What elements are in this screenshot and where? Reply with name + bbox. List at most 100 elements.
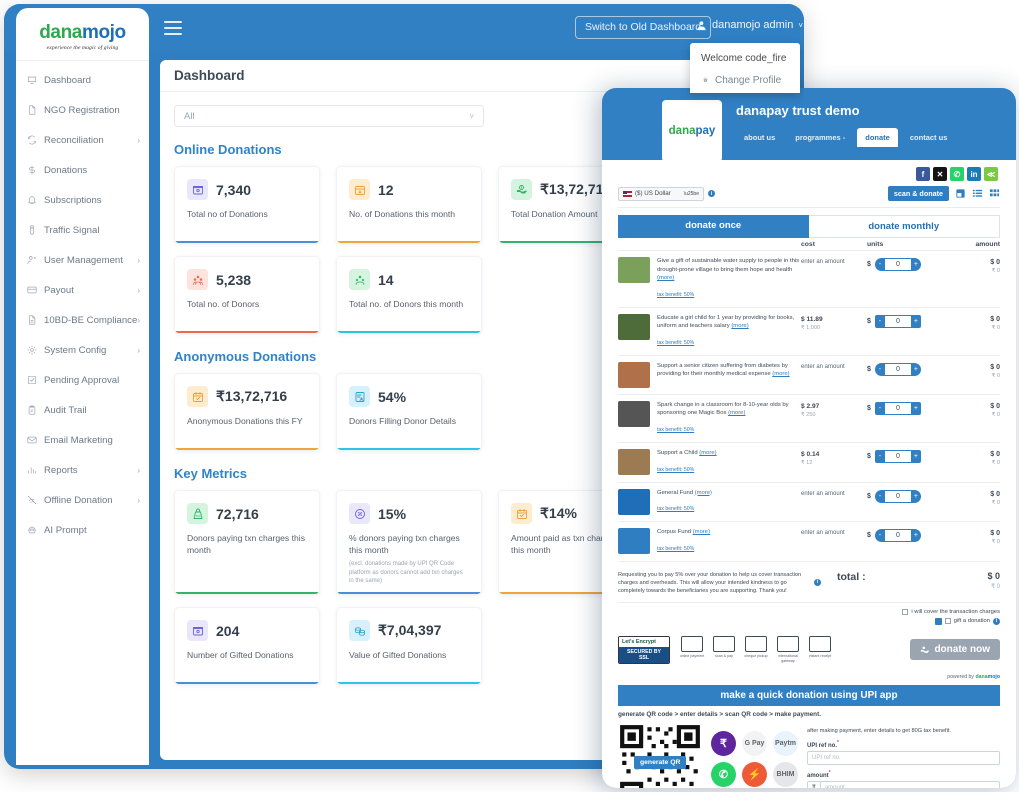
more-link[interactable]: (more) <box>731 323 748 329</box>
scan-and-donate-button[interactable]: scan & donate <box>887 186 949 201</box>
decrement-button[interactable]: - <box>875 258 885 271</box>
switch-to-old-dashboard-button[interactable]: Switch to Old Dashboard <box>575 16 712 39</box>
generate-qr-button[interactable]: generate QR <box>634 755 687 769</box>
sidebar-item-payout[interactable]: Payout › <box>16 275 149 305</box>
paytm-icon[interactable]: Paytm <box>773 730 798 756</box>
quantity-input[interactable] <box>884 259 911 270</box>
quantity-input[interactable] <box>884 490 911 502</box>
sidebar-item-ngo-registration[interactable]: NGO Registration <box>16 95 149 125</box>
decrement-button[interactable]: - <box>875 490 885 503</box>
more-link[interactable]: (more) <box>699 450 716 456</box>
facebook-icon[interactable]: f <box>916 167 930 181</box>
stat-accent-bar <box>337 682 481 684</box>
more-link[interactable]: (more) <box>728 410 745 416</box>
quantity-input[interactable] <box>884 530 911 542</box>
more-link[interactable]: (more) <box>693 529 710 535</box>
increment-button[interactable]: + <box>911 490 921 503</box>
user-dropdown-menu[interactable]: Welcome code_fire Change Profile <box>690 43 800 93</box>
sidebar-item-offline-donation[interactable]: Offline Donation › <box>16 485 149 515</box>
donate-now-button[interactable]: donate now <box>910 639 1000 661</box>
quantity-stepper[interactable]: -+ <box>874 529 921 543</box>
user-name-label: danamojo admin <box>712 19 794 31</box>
more-link[interactable]: (more) <box>772 371 789 377</box>
sidebar-item-traffic-signal[interactable]: Traffic Signal <box>16 215 149 245</box>
linkedin-icon[interactable]: in <box>967 167 981 181</box>
widget-nav-donate[interactable]: donate <box>857 128 898 147</box>
widget-nav-programmes-[interactable]: programmes - <box>787 128 853 147</box>
sidebar-item-pending-approval[interactable]: Pending Approval <box>16 365 149 395</box>
share-icon[interactable]: ≪ <box>984 167 998 181</box>
tax-benefit-link[interactable]: tax benefit: 50% <box>657 427 694 433</box>
decrement-button[interactable]: - <box>875 315 885 328</box>
tax-benefit-link[interactable]: tax benefit: 50% <box>657 292 694 298</box>
sidebar-item-system-config[interactable]: System Config › <box>16 335 149 365</box>
decrement-button[interactable]: - <box>875 450 885 463</box>
quantity-stepper[interactable]: -+ <box>874 258 921 271</box>
card-view-icon[interactable] <box>955 188 966 199</box>
increment-button[interactable]: + <box>911 402 921 415</box>
widget-nav-contact-us[interactable]: contact us <box>902 128 956 147</box>
phonepe-icon[interactable]: ₹ <box>711 730 736 756</box>
quantity-stepper[interactable]: -+ <box>874 314 921 328</box>
more-link[interactable]: (more) <box>695 490 712 496</box>
upi-amount-input[interactable]: ₹ amount <box>807 781 1000 788</box>
quantity-stepper[interactable]: -+ <box>874 489 921 503</box>
sidebar-item-user-management[interactable]: User Management › <box>16 245 149 275</box>
sidebar-item-ai-prompt[interactable]: AI Prompt <box>16 515 149 545</box>
tax-benefit-link[interactable]: tax benefit: 50% <box>657 506 694 512</box>
filter-select[interactable]: All ˅ <box>174 105 484 127</box>
currency-select[interactable]: ($) US Dollar \u25be <box>618 186 704 201</box>
info-icon[interactable]: i <box>708 190 715 197</box>
bhim-icon[interactable]: BHIM <box>773 761 798 787</box>
tax-benefit-link[interactable]: tax benefit: 50% <box>657 467 694 473</box>
list-view-icon[interactable] <box>972 188 983 199</box>
sidebar-item-reconciliation[interactable]: Reconciliation › <box>16 125 149 155</box>
grid-view-icon[interactable] <box>989 188 1000 199</box>
upi-ref-input[interactable]: UPI ref no. <box>807 751 1000 766</box>
checkbox[interactable] <box>902 608 909 615</box>
menu-item-change-profile[interactable]: Change Profile <box>690 72 800 89</box>
whatsapp-icon[interactable]: ✆ <box>950 167 964 181</box>
widget-nav-about-us[interactable]: about us <box>736 128 783 147</box>
user-menu[interactable]: danamojo admin ˅ <box>696 19 803 31</box>
checkbox[interactable] <box>944 618 951 625</box>
gpay-icon[interactable]: G Pay <box>742 730 767 756</box>
info-icon[interactable]: i <box>814 578 821 586</box>
increment-button[interactable]: + <box>911 529 921 542</box>
powered-brand-part2: mojo <box>987 673 1000 680</box>
increment-button[interactable]: + <box>911 258 921 271</box>
quantity-input[interactable] <box>884 450 911 462</box>
quantity-input[interactable] <box>884 402 911 414</box>
sidebar-item-dashboard[interactable]: Dashboard <box>16 65 149 95</box>
tax-benefit-link[interactable]: tax benefit: 50% <box>657 546 694 552</box>
quantity-stepper[interactable]: -+ <box>874 401 921 415</box>
sidebar-item-email-marketing[interactable]: Email Marketing <box>16 425 149 455</box>
decrement-button[interactable]: - <box>875 402 885 415</box>
sidebar-item-audit-trail[interactable]: Audit Trail <box>16 395 149 425</box>
decrement-button[interactable]: - <box>875 363 885 376</box>
increment-button[interactable]: + <box>911 363 921 376</box>
menu-toggle-icon[interactable] <box>164 21 182 39</box>
whatsapp-pay-icon[interactable]: ✆ <box>711 761 736 787</box>
quantity-stepper[interactable]: -+ <box>874 362 921 376</box>
tax-benefit-link[interactable]: tax benefit: 50% <box>657 340 694 346</box>
tab-donate-once[interactable]: donate once <box>618 215 809 238</box>
freecharge-icon[interactable]: ⚡ <box>742 761 767 787</box>
tab-donate-monthly[interactable]: donate monthly <box>808 215 1000 238</box>
sidebar-item-reports[interactable]: Reports › <box>16 455 149 485</box>
sidebar-item-donations[interactable]: Donations <box>16 155 149 185</box>
x-twitter-icon[interactable]: ✕ <box>933 167 947 181</box>
more-link[interactable]: (more) <box>657 275 674 281</box>
info-icon[interactable]: i <box>993 617 1000 625</box>
quantity-stepper[interactable]: -+ <box>874 449 921 463</box>
sidebar-item-subscriptions[interactable]: Subscriptions <box>16 185 149 215</box>
checkbox-row[interactable]: gift a donation i <box>618 617 1000 625</box>
checkbox-row[interactable]: i will cover the transaction charges <box>618 608 1000 615</box>
sidebar-item-10bd-be-compliance[interactable]: 10BD-BE Compliance › <box>16 305 149 335</box>
increment-button[interactable]: + <box>911 315 921 328</box>
stat-top: 54% <box>349 386 469 407</box>
quantity-input[interactable] <box>884 363 911 375</box>
decrement-button[interactable]: - <box>875 529 885 542</box>
quantity-input[interactable] <box>884 315 911 327</box>
increment-button[interactable]: + <box>911 450 921 463</box>
